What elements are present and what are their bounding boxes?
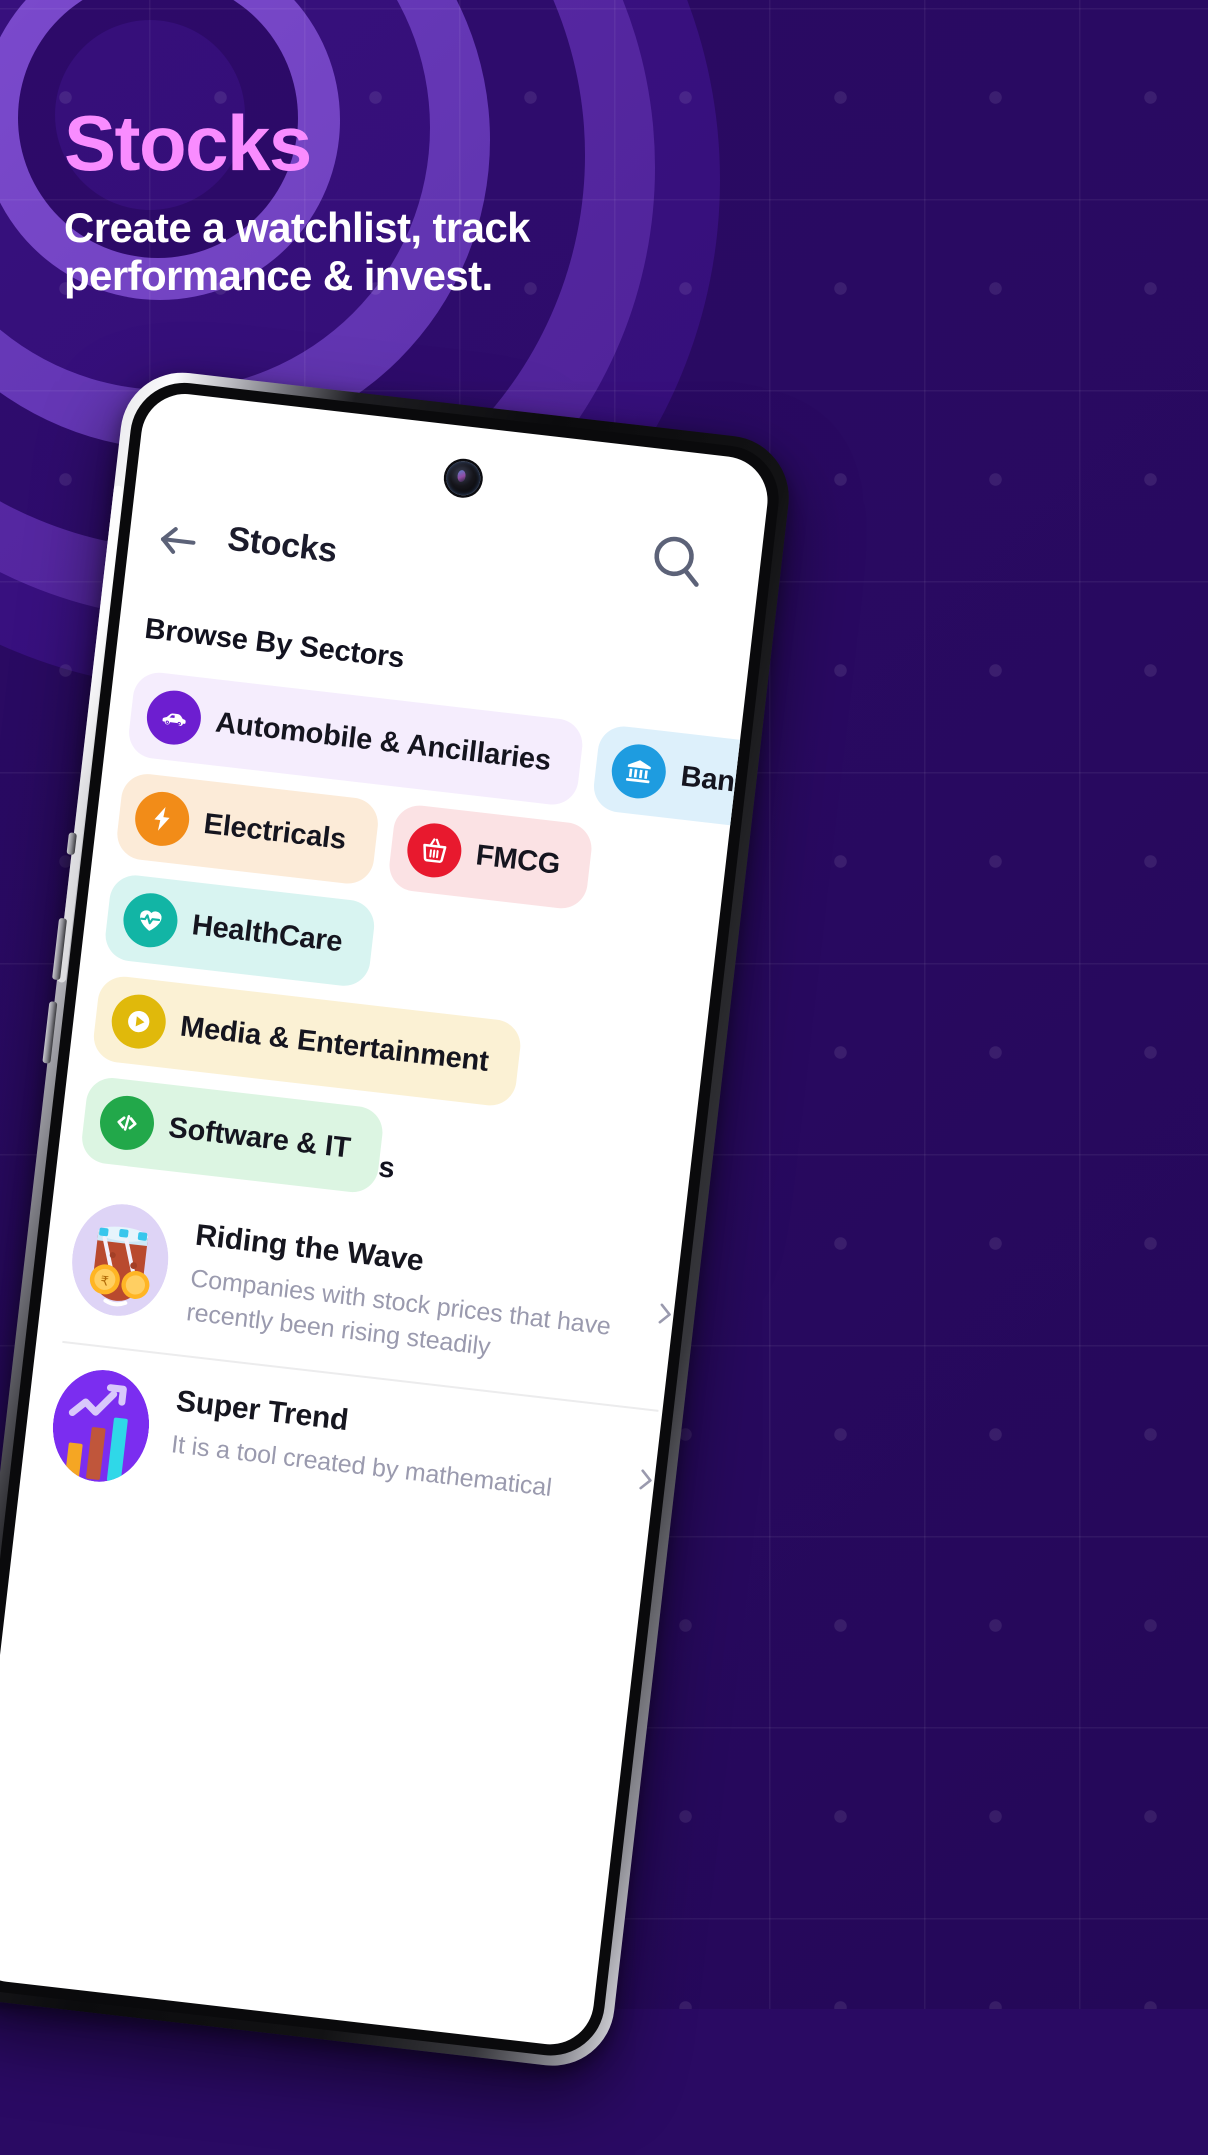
sector-chip-label: Automobile & Ancillaries [213, 706, 553, 777]
growth-chart-illustration [47, 1365, 155, 1487]
sector-chip-software-it[interactable]: Software & IT [79, 1075, 385, 1195]
basket-icon [404, 820, 465, 881]
sector-chip-label: HealthCare [190, 908, 345, 958]
sectors-section-heading: Browse By Sectors [143, 612, 406, 675]
app-title: Stocks [225, 519, 339, 571]
bolt-icon [132, 789, 193, 849]
collection-text: Riding the Wave Companies with stock pric… [185, 1213, 675, 1384]
sector-chip-fmcg[interactable]: FMCG [386, 802, 595, 912]
svg-text:₹: ₹ [100, 1274, 110, 1290]
sector-chip-electricals[interactable]: Electricals [114, 771, 381, 887]
code-icon [97, 1092, 157, 1153]
heart-pulse-icon [120, 890, 181, 951]
hero-text-block: Stocks Create a watchlist, track perform… [64, 104, 824, 300]
play-icon [108, 991, 169, 1052]
sector-chip-list: Automobile & Ancillaries Banks Electrical… [79, 669, 773, 1241]
back-arrow-icon[interactable] [153, 515, 204, 566]
search-icon[interactable] [645, 528, 709, 592]
car-icon [143, 687, 204, 748]
page-title: Stocks [64, 99, 312, 187]
sector-chip-label: Electricals [202, 807, 348, 856]
sector-chip-label: Media & Entertainment [178, 1010, 491, 1078]
page-subtitle: Create a watchlist, track performance & … [64, 204, 530, 299]
sector-chip-label: FMCG [474, 838, 562, 881]
collections-list: ₹ Riding the Wave Companies with stock pr… [43, 1177, 678, 1571]
sector-chip-label: Software & IT [166, 1111, 353, 1165]
coins-jar-illustration: ₹ [66, 1199, 174, 1321]
bank-icon [609, 741, 670, 802]
sector-chip-healthcare[interactable]: HealthCare [102, 872, 378, 989]
